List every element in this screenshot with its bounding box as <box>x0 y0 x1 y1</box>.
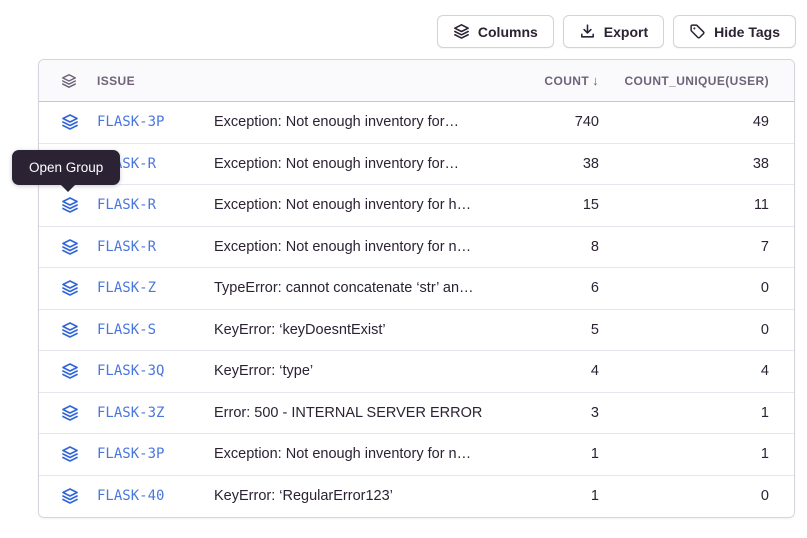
open-group-layers-icon[interactable] <box>61 404 97 422</box>
hide-tags-button[interactable]: Hide Tags <box>673 15 796 48</box>
issue-link[interactable]: FLASK-R <box>97 197 214 213</box>
count-unique-value: 11 <box>599 197 769 213</box>
open-group-layers-icon[interactable] <box>61 362 97 380</box>
issue-row: FLASK-3P Exception: Not enough inventory… <box>39 102 794 144</box>
issue-row: FLASK-Z TypeError: cannot concatenate ‘s… <box>39 268 794 310</box>
issue-row: FLASK-3Z Error: 500 - INTERNAL SERVER ER… <box>39 393 794 435</box>
count-value: 3 <box>509 405 599 421</box>
layers-icon <box>453 23 470 40</box>
count-value: 740 <box>509 114 599 130</box>
issue-row: FLASK-S KeyError: ‘keyDoesntExist’ 5 0 <box>39 310 794 352</box>
table-header-row: ISSUE COUNT↓ COUNT_UNIQUE(USER) <box>39 60 794 102</box>
issue-title: Exception: Not enough inventory for n… <box>214 446 509 462</box>
issue-link[interactable]: FLASK-3P <box>97 446 214 462</box>
open-group-layers-icon[interactable] <box>61 238 97 256</box>
count-value: 38 <box>509 156 599 172</box>
tag-icon <box>689 23 706 40</box>
count-unique-value: 0 <box>599 280 769 296</box>
issue-link[interactable]: FLASK-3P <box>97 114 214 130</box>
export-button-label: Export <box>604 24 648 40</box>
count-value: 6 <box>509 280 599 296</box>
issue-row: FLASK-R Exception: Not enough inventory … <box>39 227 794 269</box>
count-unique-value: 4 <box>599 363 769 379</box>
count-value: 4 <box>509 363 599 379</box>
count-unique-value: 38 <box>599 156 769 172</box>
count-value: 8 <box>509 239 599 255</box>
issue-row: FLASK-3Q KeyError: ‘type’ 4 4 <box>39 351 794 393</box>
open-group-layers-icon[interactable] <box>61 487 97 505</box>
export-button[interactable]: Export <box>563 15 664 48</box>
count-value: 1 <box>509 446 599 462</box>
count-value: 5 <box>509 322 599 338</box>
issue-title: Error: 500 - INTERNAL SERVER ERROR <box>214 405 509 421</box>
issue-link[interactable]: FLASK-R <box>97 239 214 255</box>
open-group-layers-icon[interactable] <box>61 113 97 131</box>
open-group-layers-icon[interactable] <box>61 196 97 214</box>
column-header-count[interactable]: COUNT↓ <box>509 73 599 88</box>
hide-tags-button-label: Hide Tags <box>714 24 780 40</box>
open-group-tooltip: Open Group <box>12 150 120 185</box>
count-unique-value: 1 <box>599 446 769 462</box>
count-value: 1 <box>509 488 599 504</box>
count-value: 15 <box>509 197 599 213</box>
open-group-layers-icon[interactable] <box>61 279 97 297</box>
issue-link[interactable]: FLASK-40 <box>97 488 214 504</box>
count-unique-value: 1 <box>599 405 769 421</box>
issue-link[interactable]: FLASK-3Z <box>97 405 214 421</box>
column-header-count-unique[interactable]: COUNT_UNIQUE(USER) <box>599 74 769 88</box>
count-unique-value: 49 <box>599 114 769 130</box>
open-group-layers-icon[interactable] <box>61 445 97 463</box>
issue-title: TypeError: cannot concatenate ‘str’ an… <box>214 280 509 296</box>
count-header-label: COUNT <box>544 74 589 88</box>
issue-link[interactable]: FLASK-Z <box>97 280 214 296</box>
sort-descending-icon: ↓ <box>592 73 599 88</box>
issue-title: KeyError: ‘type’ <box>214 363 509 379</box>
issues-table: ISSUE COUNT↓ COUNT_UNIQUE(USER) FLASK-3P… <box>38 59 795 518</box>
issue-title: KeyError: ‘RegularError123’ <box>214 488 509 504</box>
issue-row: FLASK-40 KeyError: ‘RegularError123’ 1 0 <box>39 476 794 518</box>
issue-link[interactable]: FLASK-3Q <box>97 363 214 379</box>
column-header-issue[interactable]: ISSUE <box>97 74 214 88</box>
open-group-layers-icon[interactable] <box>61 321 97 339</box>
table-toolbar: Columns Export Hide Tags <box>437 15 796 48</box>
columns-button[interactable]: Columns <box>437 15 554 48</box>
issue-title: Exception: Not enough inventory for… <box>214 114 509 130</box>
open-group-tooltip-label: Open Group <box>29 160 103 175</box>
issue-link[interactable]: FLASK-S <box>97 322 214 338</box>
issue-title: Exception: Not enough inventory for h… <box>214 197 509 213</box>
download-icon <box>579 23 596 40</box>
count-unique-value: 0 <box>599 322 769 338</box>
issue-row: FLASK-3P Exception: Not enough inventory… <box>39 434 794 476</box>
columns-button-label: Columns <box>478 24 538 40</box>
issue-title: KeyError: ‘keyDoesntExist’ <box>214 322 509 338</box>
issue-row: FLASK-R Exception: Not enough inventory … <box>39 144 794 186</box>
header-layers-icon <box>61 73 97 89</box>
count-unique-value: 7 <box>599 239 769 255</box>
issue-row: FLASK-R Exception: Not enough inventory … <box>39 185 794 227</box>
issue-title: Exception: Not enough inventory for… <box>214 156 509 172</box>
table-body: FLASK-3P Exception: Not enough inventory… <box>39 102 794 517</box>
issue-title: Exception: Not enough inventory for n… <box>214 239 509 255</box>
count-unique-value: 0 <box>599 488 769 504</box>
